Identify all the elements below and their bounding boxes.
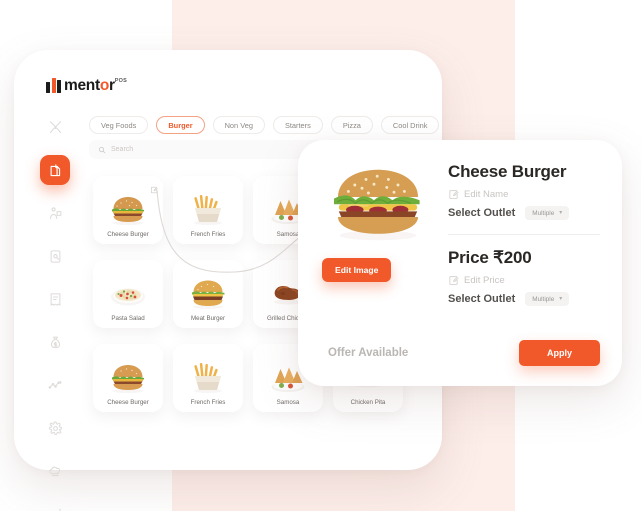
food-card-meat-burger[interactable]: Meat Burger xyxy=(173,260,243,328)
item-price: Price ₹200 xyxy=(448,248,532,267)
food-card-pasta-salad[interactable]: Pasta Salad xyxy=(93,260,163,328)
food-card-french-fries-1[interactable]: French Fries xyxy=(173,176,243,244)
price-outlet-value: Multiple xyxy=(532,295,555,303)
price-outlet-dropdown[interactable]: Multiple ▾ xyxy=(525,292,570,306)
edit-image-button[interactable]: Edit Image xyxy=(322,258,392,282)
order-notepad-icon xyxy=(48,163,63,178)
edit-price-row[interactable]: Edit Price xyxy=(448,275,600,286)
pasta-salad-thumbnail xyxy=(111,288,145,306)
food-card-cheese-burger-1[interactable]: Cheese Burger xyxy=(93,176,163,244)
tab-burger[interactable]: Burger xyxy=(156,116,205,134)
sidebar-item-receipts[interactable] xyxy=(40,284,70,314)
sidebar-item-analytics[interactable] xyxy=(40,370,70,400)
logo-text-accent: o xyxy=(99,77,110,94)
cheese-burger-thumbnail xyxy=(112,197,144,225)
delivery-person-icon xyxy=(48,206,63,221)
select-outlet-label: Select Outlet xyxy=(448,207,516,219)
edit-name-row[interactable]: Edit Name xyxy=(448,189,600,200)
food-card-label: Pasta Salad xyxy=(111,315,145,322)
search-placeholder: Search xyxy=(111,146,134,153)
edit-pencil-icon[interactable] xyxy=(150,181,158,199)
sidebar-item-settings[interactable] xyxy=(40,413,70,443)
food-card-cheese-burger-2[interactable]: Cheese Burger xyxy=(93,344,163,412)
french-fries-thumbnail xyxy=(194,194,222,225)
edit-price-label: Edit Price xyxy=(464,275,505,286)
chevron-down-icon: ▾ xyxy=(559,296,563,302)
chef-icon xyxy=(48,464,63,479)
price-outlet-row: Select Outlet Multiple ▾ xyxy=(448,292,600,306)
sidebar-item-orders[interactable] xyxy=(40,155,70,185)
gear-icon xyxy=(48,420,63,436)
money-bag-icon xyxy=(48,335,63,350)
tab-veg-foods[interactable]: Veg Foods xyxy=(89,116,149,134)
detail-footer: Offer Available Apply xyxy=(328,340,600,366)
tab-starters[interactable]: Starters xyxy=(272,116,323,134)
logout-icon xyxy=(48,507,63,511)
sidebar-item-delivery[interactable] xyxy=(40,198,70,228)
edit-pencil-icon xyxy=(448,275,459,286)
category-tab-bar: Veg Foods Burger Non Veg Starters Pizza … xyxy=(89,116,440,134)
logo-superscript: POS xyxy=(114,78,127,84)
edit-name-label: Edit Name xyxy=(464,189,509,200)
logo-bars-icon xyxy=(46,78,61,93)
name-outlet-value: Multiple xyxy=(532,209,555,217)
logo-text-prefix: ment xyxy=(64,77,100,94)
food-card-label: Samosa xyxy=(276,231,300,238)
analytics-icon xyxy=(48,378,63,393)
cheese-burger-hero-image xyxy=(334,169,420,241)
sidebar-item-menu[interactable] xyxy=(40,112,70,142)
sidebar-item-logout[interactable] xyxy=(40,499,70,511)
meat-burger-thumbnail xyxy=(192,280,225,309)
food-card-french-fries-2[interactable]: French Fries xyxy=(173,344,243,412)
food-card-label: Cheese Burger xyxy=(107,231,149,238)
apply-button[interactable]: Apply xyxy=(518,340,600,366)
name-outlet-row: Select Outlet Multiple ▾ xyxy=(448,206,600,220)
sidebar-item-mobile[interactable] xyxy=(40,241,70,271)
offer-available-label: Offer Available xyxy=(328,347,409,359)
brand-logo: mentor POS xyxy=(46,78,127,93)
food-card-label: Cheese Burger xyxy=(107,399,149,406)
receipt-icon xyxy=(48,292,63,307)
detail-divider xyxy=(448,234,600,235)
food-card-label: Meat Burger xyxy=(190,315,226,322)
cheese-burger-thumbnail xyxy=(112,365,144,393)
select-outlet-label: Select Outlet xyxy=(448,293,516,305)
screenshot-root: mentor POS Veg Foods Burger Non Veg Star… xyxy=(0,0,641,511)
logo-wordmark: mentor xyxy=(64,77,115,94)
tab-non-veg[interactable]: Non Veg xyxy=(212,116,265,134)
sidebar-item-payments[interactable] xyxy=(40,327,70,357)
french-fries-thumbnail xyxy=(194,362,222,393)
food-card-label: French Fries xyxy=(190,231,226,238)
chevron-down-icon: ▾ xyxy=(559,210,563,216)
food-card-label: Chicken Pita xyxy=(350,399,386,406)
search-icon xyxy=(98,146,106,154)
item-detail-card: Edit Image Cheese Burger Edit Name Selec… xyxy=(298,140,622,386)
food-card-label: Samosa xyxy=(276,399,300,406)
sidebar-item-staff[interactable] xyxy=(40,456,70,486)
food-card-label: French Fries xyxy=(190,399,226,406)
item-title: Cheese Burger xyxy=(448,162,567,181)
tab-pizza[interactable]: Pizza xyxy=(330,116,373,134)
edit-pencil-icon xyxy=(448,189,459,200)
tab-cool-drink[interactable]: Cool Drink xyxy=(380,116,440,134)
mobile-order-icon xyxy=(48,249,63,264)
cutlery-icon xyxy=(48,120,63,135)
sidebar-nav xyxy=(38,112,72,511)
name-outlet-dropdown[interactable]: Multiple ▾ xyxy=(525,206,570,220)
